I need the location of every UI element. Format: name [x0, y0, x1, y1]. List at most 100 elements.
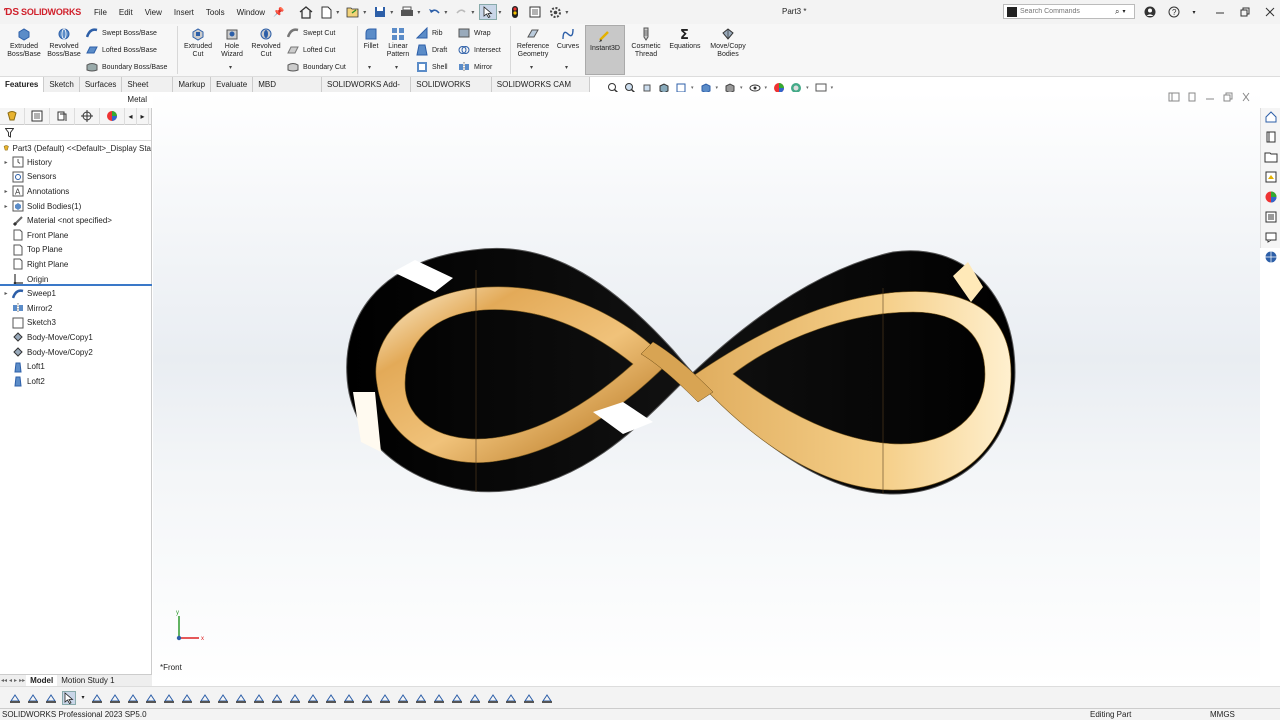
swept-boss-button[interactable]: Swept Boss/Base	[86, 26, 157, 40]
menu-view[interactable]: View	[139, 8, 168, 17]
tree-item[interactable]: Front Plane	[0, 228, 151, 243]
tab-features[interactable]: Features	[0, 77, 45, 92]
menu-insert[interactable]: Insert	[168, 8, 200, 17]
custom-properties-icon[interactable]	[1264, 210, 1278, 224]
infinity-model[interactable]	[153, 92, 1260, 686]
open-folder-icon[interactable]	[344, 4, 362, 20]
search-dropdown-icon[interactable]: ▾	[1122, 8, 1125, 15]
hole-callout-icon[interactable]	[378, 691, 392, 705]
rollback-bar[interactable]	[0, 284, 152, 286]
tab-markup[interactable]: Markup	[173, 77, 212, 92]
view-palette-icon[interactable]	[1264, 170, 1278, 184]
redo-icon[interactable]	[452, 4, 470, 20]
cosmetic-thread-filter-icon[interactable]	[450, 691, 464, 705]
tree-item[interactable]: Mirror2	[0, 301, 151, 316]
select-cursor-icon[interactable]	[479, 4, 498, 20]
markup-icon[interactable]	[486, 691, 500, 705]
intersect-button[interactable]: Intersect	[458, 43, 501, 57]
table-icon[interactable]	[504, 691, 518, 705]
draft-button[interactable]: Draft	[416, 43, 447, 57]
expand-arrow-icon[interactable]: ▸	[0, 203, 12, 210]
plane-select-icon[interactable]	[126, 691, 140, 705]
orientation-dropdown-icon[interactable]: ▾	[716, 85, 719, 91]
select-dropdown-icon[interactable]: ▾	[498, 9, 501, 16]
solidworks-resources-icon[interactable]	[1264, 110, 1278, 124]
mirror-button[interactable]: Mirror	[458, 60, 492, 74]
panel-scroll-right-icon[interactable]: ▸	[137, 107, 149, 125]
restore-icon[interactable]	[1237, 4, 1253, 20]
close-icon[interactable]	[1262, 4, 1278, 20]
print-dropdown-icon[interactable]: ▾	[417, 9, 420, 16]
tree-item[interactable]: Top Plane	[0, 243, 151, 258]
curves-button[interactable]: Curves	[554, 24, 582, 51]
select-arrow-icon[interactable]	[62, 690, 76, 705]
tab-motion-study-1[interactable]: Motion Study 1	[57, 675, 118, 687]
part-root-node[interactable]: Part3 (Default) <<Default>_Display Sta	[0, 141, 151, 155]
graphics-area[interactable]: y x *Front	[153, 92, 1260, 686]
last-tab-icon[interactable]: ▸▸	[19, 677, 25, 684]
file-explorer-icon[interactable]	[1264, 150, 1278, 164]
design-library-icon[interactable]	[1264, 130, 1278, 144]
undo-dropdown-icon[interactable]: ▾	[444, 9, 447, 16]
rib-button[interactable]: Rib	[416, 26, 443, 40]
linear-pattern-button[interactable]: Linear Pattern	[383, 24, 413, 59]
help-icon[interactable]: ?	[1166, 4, 1182, 20]
options-gear-icon[interactable]	[546, 4, 564, 20]
linear-pattern-dropdown-icon[interactable]: ▾	[395, 64, 398, 71]
options-dropdown-icon[interactable]: ▾	[565, 9, 568, 16]
home-icon[interactable]	[297, 4, 315, 20]
tab-sketch[interactable]: Sketch	[44, 77, 80, 92]
search-commands-box[interactable]: ⌕ ▾	[1003, 4, 1135, 19]
scene-dropdown-icon[interactable]: ▾	[806, 85, 809, 91]
surface-finish-icon[interactable]	[342, 691, 356, 705]
revolved-boss-button[interactable]: Revolved Boss/Base	[46, 24, 82, 59]
instant3d-button[interactable]: Instant3D	[585, 25, 625, 75]
tree-item[interactable]: ▸ History	[0, 155, 151, 170]
feature-tree-filter[interactable]	[0, 125, 151, 141]
note-icon[interactable]	[288, 691, 302, 705]
filter-vertices-icon[interactable]	[26, 691, 40, 705]
expand-arrow-icon[interactable]: ▸	[0, 290, 12, 297]
extruded-cut-button[interactable]: Extruded Cut	[180, 24, 216, 59]
open-dropdown-icon[interactable]: ▾	[363, 9, 366, 16]
menu-window[interactable]: Window	[231, 8, 271, 17]
axis-icon[interactable]	[180, 691, 194, 705]
tree-item[interactable]: Sensors	[0, 170, 151, 185]
tab-model[interactable]: Model	[26, 674, 58, 687]
minimize-icon[interactable]	[1212, 4, 1228, 20]
appearances-scenes-icon[interactable]	[1264, 190, 1278, 204]
wrap-button[interactable]: Wrap	[458, 26, 491, 40]
tree-item[interactable]: ▸ Sweep1	[0, 286, 151, 301]
save-dropdown-icon[interactable]: ▾	[390, 9, 393, 16]
help-dropdown-icon[interactable]: ▾	[1186, 4, 1202, 20]
prev-tab-icon[interactable]: ◂	[9, 677, 12, 684]
swept-cut-button[interactable]: Swept Cut	[287, 26, 335, 40]
tree-item[interactable]: Right Plane	[0, 257, 151, 272]
tree-item[interactable]: Material <not specified>	[0, 213, 151, 228]
filter-settings-icon[interactable]	[540, 691, 554, 705]
tab-solidworks-cam-tbm[interactable]: SOLIDWORKS CAM TBM	[492, 77, 590, 104]
configuration-manager-tab-icon[interactable]	[50, 107, 75, 125]
hole-wizard-dropdown-icon[interactable]: ▾	[229, 64, 232, 71]
move-copy-bodies-button[interactable]: Move/Copy Bodies	[706, 24, 750, 59]
cosmetic-thread-button[interactable]: Cosmetic Thread	[628, 24, 664, 59]
search-input[interactable]	[1020, 8, 1115, 15]
display-style-dropdown-icon[interactable]: ▾	[740, 85, 743, 91]
block-icon[interactable]	[468, 691, 482, 705]
centerline-icon[interactable]	[432, 691, 446, 705]
expand-arrow-icon[interactable]: ▸	[0, 188, 12, 195]
balloon-icon[interactable]	[396, 691, 410, 705]
next-tab-icon[interactable]: ▸	[14, 677, 17, 684]
revolved-cut-button[interactable]: Revolved Cut	[248, 24, 284, 59]
boundary-boss-button[interactable]: Boundary Boss/Base	[86, 60, 167, 74]
tree-item[interactable]: Loft1	[0, 359, 151, 374]
dimxpert-manager-tab-icon[interactable]	[75, 107, 100, 125]
tab-solidworks-add-ins[interactable]: SOLIDWORKS Add-Ins	[322, 77, 412, 104]
lofted-cut-button[interactable]: Lofted Cut	[287, 43, 335, 57]
equations-button[interactable]: Σ Equations	[666, 24, 704, 51]
forum-icon[interactable]	[1264, 230, 1278, 244]
shell-button[interactable]: Shell	[416, 60, 448, 74]
menu-edit[interactable]: Edit	[113, 8, 139, 17]
lofted-boss-button[interactable]: Lofted Boss/Base	[86, 43, 157, 57]
search-magnifier-icon[interactable]: ⌕	[1115, 7, 1119, 17]
